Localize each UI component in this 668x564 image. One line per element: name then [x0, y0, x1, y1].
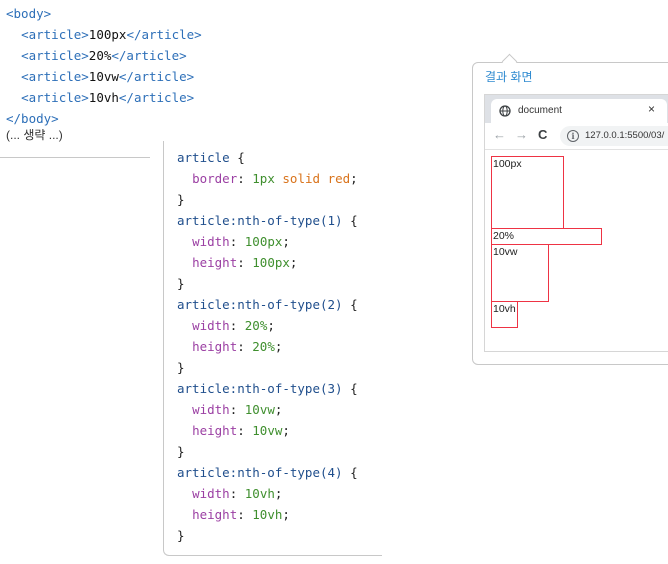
article-box: 10vh: [491, 301, 518, 328]
css-declaration: height: 20%;: [192, 339, 283, 354]
css-close-brace: }: [177, 276, 185, 291]
back-arrow-icon[interactable]: ←: [493, 127, 506, 142]
css-selector-line: article:nth-of-type(3) {: [177, 381, 358, 396]
css-close-brace: }: [177, 528, 185, 543]
css-selector-line: article:nth-of-type(1) {: [177, 213, 358, 228]
info-icon[interactable]: i: [567, 130, 579, 142]
css-declaration: width: 100px;: [192, 234, 290, 249]
divider: [0, 157, 150, 158]
page-viewport: 100px 20% 10vw 10vh: [485, 151, 668, 351]
url-text: 127.0.0.1:5500/03/: [585, 130, 665, 141]
css-declaration: height: 10vh;: [192, 507, 290, 522]
css-declaration: height: 100px;: [192, 255, 298, 270]
code-article-line: <article>10vw</article>: [21, 69, 195, 84]
browser-window: document × ← → C i 127.0.0.1:5500/03/ 10…: [484, 94, 668, 352]
css-close-brace: }: [177, 192, 185, 207]
code-article-line: <article>10vh</article>: [21, 90, 195, 105]
browser-tab-bar: document ×: [485, 95, 668, 123]
close-icon[interactable]: ×: [648, 102, 655, 116]
article-box: 100px: [491, 156, 564, 229]
css-declaration: width: 10vw;: [192, 402, 283, 417]
omitted-note: (... 생략 ...): [6, 128, 63, 142]
css-selector-line: article:nth-of-type(2) {: [177, 297, 358, 312]
article-box: 10vw: [491, 244, 549, 302]
forward-arrow-icon[interactable]: →: [515, 127, 528, 142]
css-selector-line: article {: [177, 150, 245, 165]
globe-icon: [499, 105, 511, 117]
css-declaration: height: 10vw;: [192, 423, 290, 438]
css-selector-line: article:nth-of-type(4) {: [177, 465, 358, 480]
code-body-open: <body>: [6, 6, 52, 21]
css-code-panel: article { border: 1px solid red; } artic…: [163, 141, 382, 556]
html-code-snippet: <body> <article>100px</article> <article…: [6, 3, 202, 129]
code-article-line: <article>100px</article>: [21, 27, 202, 42]
css-close-brace: }: [177, 360, 185, 375]
reload-icon[interactable]: C: [538, 127, 547, 142]
browser-nav-bar: ← → C i 127.0.0.1:5500/03/: [485, 123, 668, 150]
css-declaration: width: 10vh;: [192, 486, 283, 501]
address-bar[interactable]: i 127.0.0.1:5500/03/: [560, 126, 668, 146]
article-box: 20%: [491, 228, 602, 245]
browser-tab[interactable]: document ×: [491, 99, 667, 123]
css-declaration: border: 1px solid red;: [192, 171, 358, 186]
result-title: 결과 화면: [485, 70, 533, 84]
code-article-line: <article>20%</article>: [21, 48, 187, 63]
css-declaration: width: 20%;: [192, 318, 275, 333]
tab-title: document: [518, 105, 562, 116]
css-code-snippet: article { border: 1px solid red; } artic…: [177, 147, 358, 546]
css-close-brace: }: [177, 444, 185, 459]
